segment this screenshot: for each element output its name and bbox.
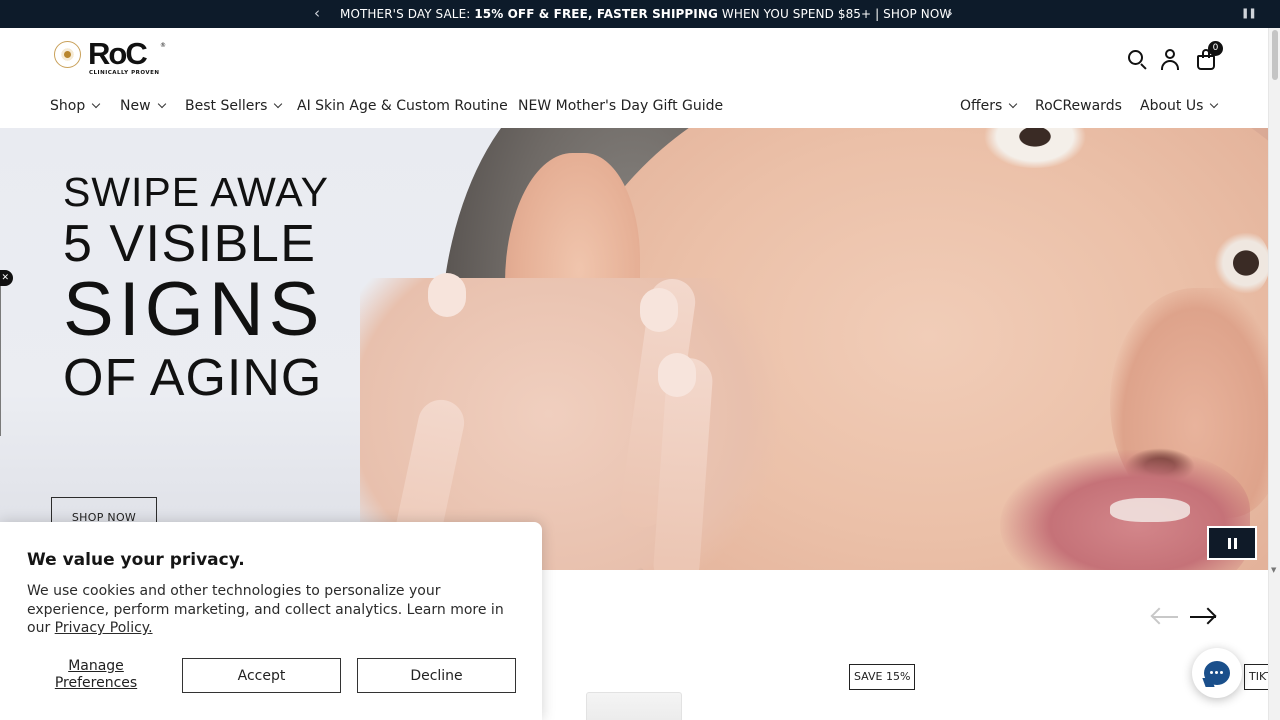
- carousel-prev-arrow-icon[interactable]: [1150, 606, 1182, 628]
- nav-item-shop[interactable]: Shop: [50, 96, 101, 116]
- announcement-prev-icon[interactable]: ‹: [307, 0, 327, 28]
- announcement-next-icon[interactable]: ›: [940, 0, 960, 28]
- nav-label: New: [120, 98, 151, 114]
- logo-seal-icon: [54, 41, 81, 68]
- nav-label: AI Skin Age & Custom Routine: [297, 98, 508, 114]
- hero-image-nail: [658, 353, 696, 397]
- nav-item-gift-guide[interactable]: NEW Mother's Day Gift Guide: [518, 96, 723, 116]
- page-scrollbar[interactable]: ▼: [1268, 28, 1280, 720]
- site-header: RoC ® CLINICALLY PROVEN 0 Shop New Best …: [0, 28, 1268, 128]
- hero-headline-line3: SIGNS: [63, 267, 325, 352]
- side-tab-edge: [0, 286, 1, 436]
- nav-label: About Us: [1140, 98, 1204, 114]
- nav-label: Best Sellers: [185, 98, 268, 114]
- privacy-title: We value your privacy.: [27, 550, 245, 570]
- accept-button[interactable]: Accept: [182, 658, 341, 693]
- save-badge: SAVE 15%: [849, 664, 916, 690]
- privacy-policy-link[interactable]: Privacy Policy.: [55, 620, 153, 636]
- privacy-consent-banner: We value your privacy. We use cookies an…: [0, 522, 542, 720]
- chevron-down-icon: [91, 99, 101, 109]
- carousel-next-arrow-icon[interactable]: [1188, 606, 1220, 628]
- announcement-message[interactable]: MOTHER'S DAY SALE: 15% OFF & FREE, FASTE…: [340, 0, 951, 28]
- chevron-down-icon: [1210, 99, 1219, 109]
- announcement-pause-icon[interactable]: ❚❚: [1241, 0, 1257, 28]
- product-image[interactable]: [586, 692, 682, 720]
- announcement-text-bold: 15% OFF & FREE, FASTER SHIPPING: [474, 7, 718, 21]
- cart-count-badge: 0: [1208, 41, 1223, 56]
- nav-item-ai-skin-age[interactable]: AI Skin Age & Custom Routine: [297, 96, 508, 116]
- hero-pause-icon[interactable]: [1207, 526, 1257, 560]
- scrollbar-thumb[interactable]: [1272, 30, 1278, 80]
- announcement-bar: ‹ MOTHER'S DAY SALE: 15% OFF & FREE, FAS…: [0, 0, 1280, 28]
- chevron-down-icon: [1009, 99, 1018, 109]
- nav-label: Shop: [50, 98, 86, 114]
- chat-widget-button[interactable]: [1192, 648, 1242, 698]
- hero-headline-line4: OF AGING: [63, 349, 323, 407]
- nav-item-new[interactable]: New: [120, 96, 166, 116]
- hero-image-nail: [428, 273, 466, 317]
- nav-item-best-sellers[interactable]: Best Sellers: [185, 96, 283, 116]
- chevron-down-icon: [157, 99, 166, 109]
- account-icon[interactable]: [1160, 48, 1182, 70]
- roc-logo[interactable]: RoC ® CLINICALLY PROVEN: [54, 36, 174, 80]
- nav-item-offers[interactable]: Offers: [960, 96, 1018, 116]
- logo-wordmark: RoC: [88, 36, 148, 71]
- manage-preferences-button[interactable]: Manage Preferences: [40, 658, 152, 692]
- hero-image-nail: [640, 288, 678, 332]
- nav-label: RoCRewards: [1035, 98, 1122, 114]
- nav-item-about-us[interactable]: About Us: [1140, 96, 1219, 116]
- announcement-text-post: WHEN YOU SPEND $85+ | SHOP NOW: [717, 7, 952, 21]
- nav-item-rocrewards[interactable]: RoCRewards: [1035, 96, 1122, 116]
- hero-banner[interactable]: SWIPE AWAY 5 VISIBLE SIGNS OF AGING SHOP…: [0, 128, 1268, 570]
- nav-label: Offers: [960, 98, 1003, 114]
- search-icon[interactable]: [1126, 48, 1148, 70]
- logo-tagline: CLINICALLY PROVEN: [89, 70, 160, 76]
- hero-headline: SWIPE AWAY 5 VISIBLE SIGNS OF AGING: [63, 169, 329, 407]
- chat-dots-icon: [1210, 671, 1224, 675]
- logo-registered: ®: [160, 42, 166, 49]
- hero-image-teeth: [1110, 498, 1190, 522]
- privacy-body: We use cookies and other technologies to…: [27, 582, 517, 638]
- hero-headline-line2: 5 VISIBLE: [63, 215, 317, 273]
- decline-button[interactable]: Decline: [357, 658, 516, 693]
- announcement-text-pre: MOTHER'S DAY SALE:: [340, 7, 475, 21]
- scroll-down-arrow-icon[interactable]: ▼: [1271, 566, 1276, 574]
- nav-label: NEW Mother's Day Gift Guide: [518, 98, 724, 114]
- chevron-down-icon: [274, 99, 283, 109]
- hero-headline-line1: SWIPE AWAY: [63, 169, 329, 215]
